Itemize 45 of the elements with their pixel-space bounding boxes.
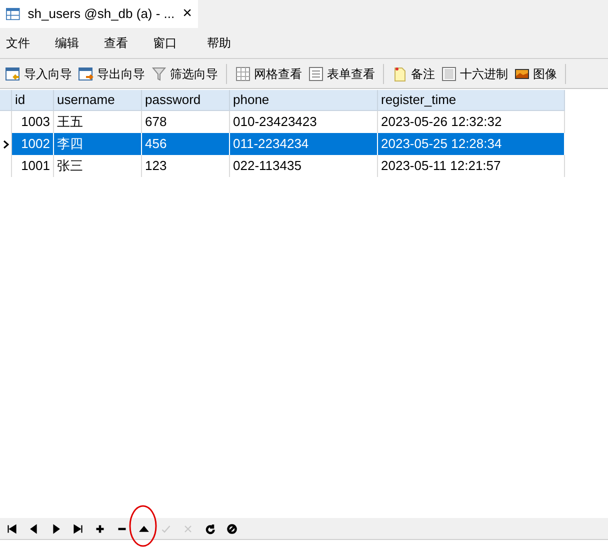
- column-header[interactable]: phone: [230, 90, 378, 110]
- plus-icon: [94, 522, 106, 534]
- check-icon: [160, 522, 172, 534]
- table-row[interactable]: 1002 李四 456 011-2234234 2023-05-25 12:28:34: [0, 133, 565, 155]
- toolbar-button[interactable]: 筛选向导: [150, 64, 219, 82]
- row-pointer-icon: [2, 140, 8, 148]
- column-header[interactable]: register_time: [378, 90, 565, 110]
- table-cell: 022-113435: [230, 155, 378, 177]
- toolbar-button[interactable]: 图像: [513, 64, 558, 82]
- cross-icon: [182, 522, 194, 534]
- skip-end-icon: [72, 522, 84, 534]
- filter-icon: [151, 66, 167, 82]
- toolbar-button[interactable]: 表单查看: [307, 64, 376, 82]
- menu-item[interactable]: 查看: [104, 34, 153, 52]
- toolbar-button[interactable]: 导出向导: [77, 64, 146, 82]
- form-icon: [308, 66, 324, 82]
- triangle-left-icon: [28, 522, 40, 534]
- menu-item[interactable]: 编辑: [55, 34, 104, 52]
- close-button[interactable]: ×: [182, 6, 192, 22]
- skip-start-icon: [6, 522, 18, 534]
- toolbar-button[interactable]: 导入向导: [4, 64, 73, 82]
- import-icon: [5, 66, 21, 82]
- export-icon: [78, 66, 94, 82]
- table-cell: 1001: [12, 155, 54, 177]
- table-cell: 2023-05-11 12:21:57: [378, 155, 565, 177]
- column-header[interactable]: username: [54, 90, 142, 110]
- menu-item[interactable]: 窗口: [153, 34, 207, 52]
- column-header[interactable]: id: [12, 90, 54, 110]
- table-icon: [6, 7, 20, 21]
- triangle-right-icon: [50, 522, 62, 534]
- table-cell: 123: [142, 155, 230, 177]
- hex-icon: [441, 66, 457, 82]
- menu-item[interactable]: 文件: [6, 34, 55, 52]
- toolbar-button[interactable]: 网格查看: [234, 64, 303, 82]
- memo-icon: [392, 66, 408, 82]
- no-entry-icon: [226, 522, 238, 534]
- table-cell: 张三: [54, 155, 142, 177]
- grid-icon: [235, 66, 251, 82]
- tab-title: sh_users @sh_db (a) - ...: [28, 5, 175, 24]
- refresh-icon: [204, 522, 216, 534]
- toolbar-button[interactable]: 十六进制: [440, 64, 509, 82]
- menu-item[interactable]: 帮助: [207, 34, 256, 52]
- document-tab[interactable]: sh_users @sh_db (a) - ... ×: [0, 0, 198, 28]
- column-header[interactable]: password: [142, 90, 230, 110]
- toolbar-button[interactable]: 备注: [391, 64, 436, 82]
